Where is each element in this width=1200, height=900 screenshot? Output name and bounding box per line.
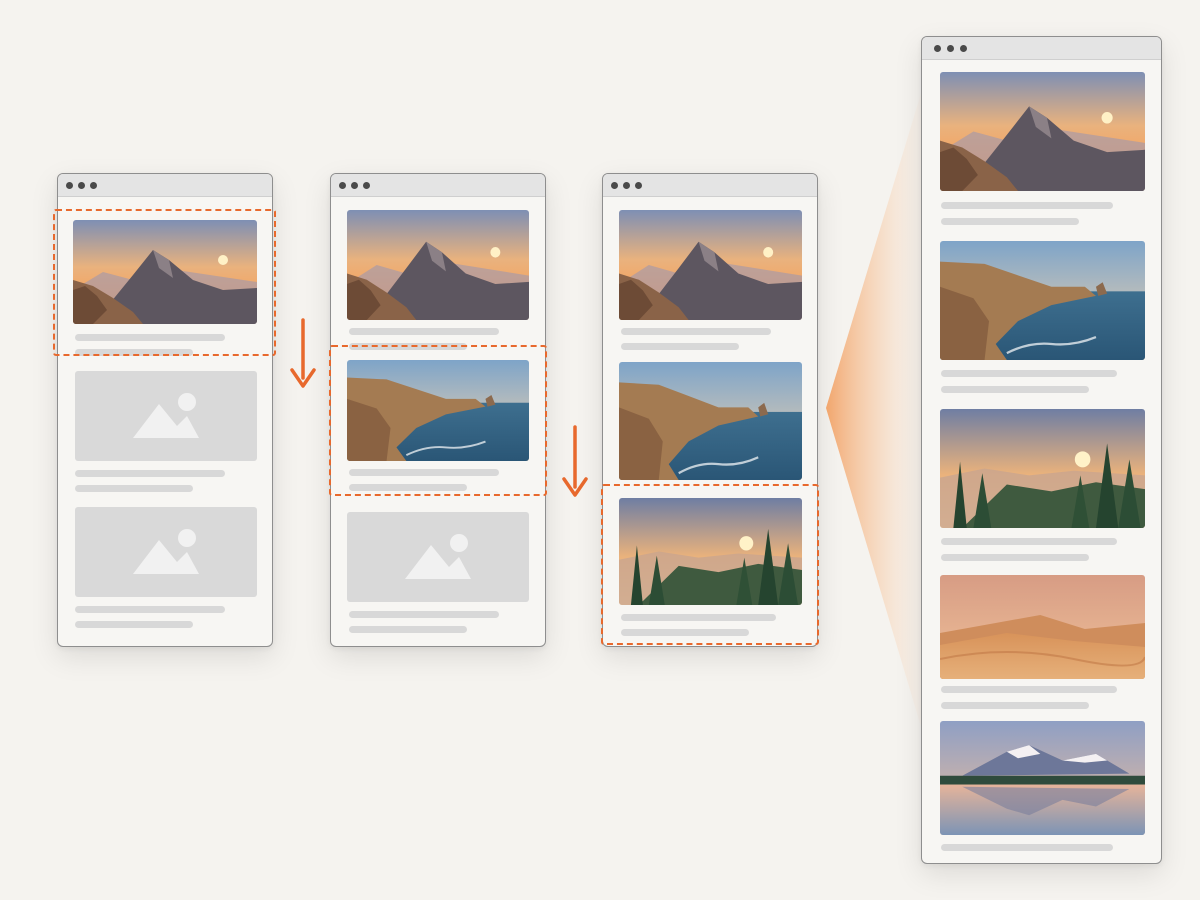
mountain-image (619, 210, 802, 320)
coast-image (619, 362, 802, 480)
text-line-placeholder (941, 686, 1117, 693)
text-line-placeholder (621, 343, 739, 350)
forest-photo (940, 409, 1145, 528)
coast-image (940, 241, 1145, 360)
text-line-placeholder (941, 538, 1117, 545)
window-dot-icon (947, 45, 954, 52)
text-line-placeholder (75, 606, 225, 613)
browser-window-full-page (921, 36, 1162, 864)
down-arrow-icon (562, 425, 588, 497)
coast-photo (619, 362, 802, 480)
text-line-placeholder (941, 844, 1113, 851)
text-line-placeholder (941, 386, 1089, 393)
mountain-photo (619, 210, 802, 320)
window-dot-icon (351, 182, 358, 189)
text-line-placeholder (75, 485, 193, 492)
mountain-image (347, 210, 529, 320)
mountain-image (940, 72, 1145, 191)
text-line-placeholder (941, 554, 1089, 561)
text-line-placeholder (941, 202, 1113, 209)
zoom-projection (826, 90, 922, 730)
text-line-placeholder (941, 370, 1117, 377)
desert-image (940, 575, 1145, 679)
window-dot-icon (78, 182, 85, 189)
down-arrow-icon (290, 318, 316, 388)
image-placeholder-icon (133, 529, 199, 574)
window-dot-icon (363, 182, 370, 189)
window-dot-icon (90, 182, 97, 189)
window-dot-icon (66, 182, 73, 189)
text-line-placeholder (349, 611, 499, 618)
lake-image (940, 721, 1145, 835)
text-line-placeholder (621, 328, 771, 335)
text-line-placeholder (75, 621, 193, 628)
image-placeholder (75, 371, 257, 461)
window-dot-icon (934, 45, 941, 52)
title-bar (331, 174, 545, 197)
image-placeholder-icon (405, 534, 471, 579)
image-placeholder-icon (133, 393, 199, 438)
title-bar (603, 174, 817, 197)
text-line-placeholder (941, 218, 1079, 225)
mountain-photo (347, 210, 529, 320)
title-bar (58, 174, 272, 197)
window-dot-icon (339, 182, 346, 189)
desert-photo (940, 575, 1145, 679)
lake-photo (940, 721, 1145, 835)
window-dot-icon (611, 182, 618, 189)
text-line-placeholder (941, 702, 1089, 709)
window-dot-icon (960, 45, 967, 52)
coast-photo (940, 241, 1145, 360)
window-dot-icon (635, 182, 642, 189)
title-bar (922, 37, 1161, 60)
image-placeholder (75, 507, 257, 597)
window-dot-icon (623, 182, 630, 189)
image-placeholder (347, 512, 529, 602)
forest-image (940, 409, 1145, 528)
text-line-placeholder (75, 470, 225, 477)
text-line-placeholder (349, 328, 499, 335)
viewport-highlight (329, 345, 547, 496)
viewport-highlight (53, 209, 276, 356)
text-line-placeholder (349, 626, 467, 633)
mountain-photo (940, 72, 1145, 191)
viewport-highlight (601, 484, 819, 645)
